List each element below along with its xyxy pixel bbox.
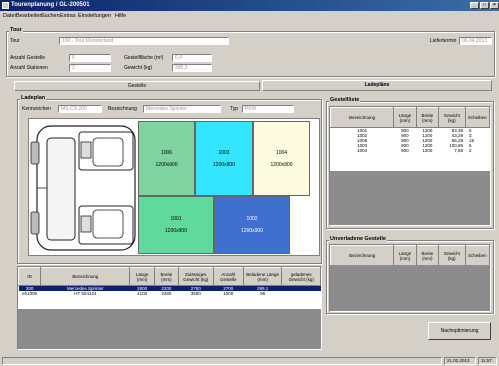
- col-anzahl-gestelle[interactable]: Anzahl Gestelle: [212, 267, 244, 286]
- window-title: Tourenplanung / GL-200501: [11, 2, 90, 8]
- tour-field[interactable]: 100 - Tour Münsterland: [59, 37, 229, 45]
- cell-breite: 1200: [422, 148, 433, 153]
- rack-size: 1200x900: [165, 228, 187, 234]
- anzahl-gestelle-field[interactable]: 6: [69, 54, 111, 62]
- maximize-button[interactable]: □: [480, 2, 489, 9]
- status-time: 11:57: [478, 357, 497, 365]
- gestellliste-label: Gestellliste: [329, 97, 361, 103]
- col-breite[interactable]: Breite (mm): [415, 107, 440, 128]
- liefertermin-field[interactable]: 06.04.2013: [459, 37, 492, 45]
- status-bar: 21.02.2013 11:57: [0, 356, 499, 366]
- col-id[interactable]: ID: [18, 267, 42, 286]
- menu-datei[interactable]: Datei: [3, 13, 16, 19]
- col-gewicht[interactable]: Gewicht (kg): [438, 245, 466, 266]
- cell-bezeichnung: HT 504124: [74, 291, 97, 296]
- menu-bearbeiten[interactable]: Bearbeiten: [16, 13, 43, 19]
- kennzeichen-label: Kennzeichen: [22, 106, 51, 112]
- cell-geladenes-gewicht: [282, 291, 321, 296]
- cell-breite: 2480: [161, 291, 172, 296]
- col-bezeichnung[interactable]: Bezeichnung: [330, 245, 395, 266]
- title-bar: Tourenplanung / GL-200501 _ □ ×: [0, 0, 499, 11]
- gewicht-label: Gewicht (kg): [124, 65, 153, 71]
- menu-einstellungen[interactable]: Einstellungen: [78, 13, 111, 19]
- kennzeichen-field[interactable]: MS-CS 200: [58, 105, 102, 113]
- cell-bezeichnung: 1004: [357, 148, 368, 153]
- gestellflaeche-label: Gestellfläche (m²): [124, 55, 164, 61]
- menu-extras[interactable]: Extras: [60, 13, 76, 19]
- nachoptimierung-button[interactable]: Nachoptimierung: [428, 322, 491, 340]
- rack-id: 1001: [170, 216, 182, 222]
- rack-size: 1200x900: [241, 228, 263, 234]
- rack-1003[interactable]: 1003 1200x900: [195, 121, 253, 196]
- unverladene-table: Bezeichnung Länge (mm) Breite (mm) Gewic…: [329, 244, 491, 312]
- rack-size: 1200x900: [270, 161, 293, 168]
- col-gewicht[interactable]: Gewicht (kg): [438, 107, 466, 128]
- app-icon: [2, 2, 9, 9]
- gestellliste-table: Bezeichnung Länge (mm) Breite (mm) Gewic…: [329, 106, 491, 226]
- ladeplan-group-label: Ladeplan: [20, 95, 47, 101]
- table-row[interactable]: eh1000 HT 504124 4100 2480 3500 1000 95: [19, 291, 321, 296]
- anzahl-stationen-field[interactable]: 2: [69, 64, 111, 72]
- status-date: 21.02.2013: [444, 357, 476, 365]
- col-laenge[interactable]: Länge (mm): [393, 107, 417, 128]
- col-zul-gewicht[interactable]: Zulässiges Gewicht (kg): [178, 267, 214, 286]
- cell-laenge: 900: [401, 148, 409, 153]
- typ-label: Typ: [230, 106, 239, 112]
- rack-1006[interactable]: 1006 1200x900: [138, 121, 195, 196]
- rack-id: 1006: [160, 149, 173, 156]
- menu-suchen[interactable]: Suchen: [41, 13, 60, 19]
- cell-scheiben: 2: [469, 148, 472, 153]
- gestellflaeche-field[interactable]: 6,4: [172, 54, 212, 62]
- tab-gestelle[interactable]: Gestelle: [14, 81, 260, 91]
- col-geladenes-gewicht[interactable]: geladenes Gewicht (kg): [281, 267, 321, 286]
- vehicle-table: ID Bezeichnung Länge (mm) Breite (mm) Zu…: [17, 266, 322, 350]
- tour-label: Tour: [10, 38, 20, 44]
- bezeichnung-field[interactable]: Mercedes Sprinter: [143, 105, 221, 113]
- col-scheiben[interactable]: Scheiben: [464, 245, 490, 266]
- minimize-button[interactable]: _: [470, 2, 479, 9]
- cell-gewicht: 7,65: [454, 148, 464, 153]
- col-scheiben[interactable]: Scheiben: [464, 107, 490, 128]
- gewicht-field[interactable]: 395,3: [172, 64, 212, 72]
- cell-beladene-laenge: 95: [260, 291, 266, 296]
- table-empty-area: [18, 309, 321, 349]
- typ-field[interactable]: PKW: [242, 105, 294, 113]
- table-empty-area: [330, 171, 490, 225]
- rack-id: 1002: [246, 216, 258, 222]
- anzahl-stationen-label: Anzahl Stationen: [10, 65, 48, 71]
- table-empty-area: [330, 265, 490, 311]
- tab-ladeplaene[interactable]: Ladepläne: [262, 80, 492, 91]
- menu-bar: Datei Bearbeiten Suchen Extras Einstellu…: [0, 11, 499, 21]
- van-icon: [30, 125, 136, 251]
- rack-size: 1200x900: [213, 161, 235, 168]
- col-bezeichnung[interactable]: Bezeichnung: [40, 267, 131, 286]
- close-button[interactable]: ×: [490, 2, 499, 9]
- anzahl-gestelle-label: Anzahl Gestelle: [10, 55, 46, 61]
- tour-group-label: Tour: [9, 27, 23, 33]
- rack-size: 1200x900: [155, 161, 178, 168]
- cell-id: eh1000: [22, 291, 38, 296]
- rack-1002[interactable]: 1002 1200x900: [214, 196, 290, 254]
- menu-hilfe[interactable]: Hilfe: [115, 13, 126, 19]
- col-bezeichnung[interactable]: Bezeichnung: [330, 107, 395, 128]
- table-row[interactable]: 1004 900 1200 7,65 2: [331, 148, 490, 153]
- cell-laenge: 4100: [137, 291, 148, 296]
- rack-1004[interactable]: 1004 1200x900: [253, 121, 310, 196]
- rack-1001[interactable]: 1001 1200x900: [138, 196, 214, 254]
- unverladene-label: Unverladene Gestelle: [329, 236, 387, 242]
- cell-zul-gewicht: 3500: [190, 291, 201, 296]
- col-breite[interactable]: Breite (mm): [153, 267, 180, 286]
- col-laenge[interactable]: Länge (mm): [393, 245, 417, 266]
- col-breite[interactable]: Breite (mm): [415, 245, 440, 266]
- col-beladene-laenge[interactable]: Beladene Länge (mm): [242, 267, 283, 286]
- rack-id: 1003: [218, 149, 230, 156]
- liefertermin-label: Liefertermin: [430, 38, 457, 44]
- bezeichnung-label: Bezeichnung: [108, 106, 137, 112]
- rack-id: 1004: [275, 149, 288, 156]
- status-message: [2, 357, 442, 365]
- col-laenge[interactable]: Länge (mm): [129, 267, 155, 286]
- cell-anzahl: 1000: [223, 291, 234, 296]
